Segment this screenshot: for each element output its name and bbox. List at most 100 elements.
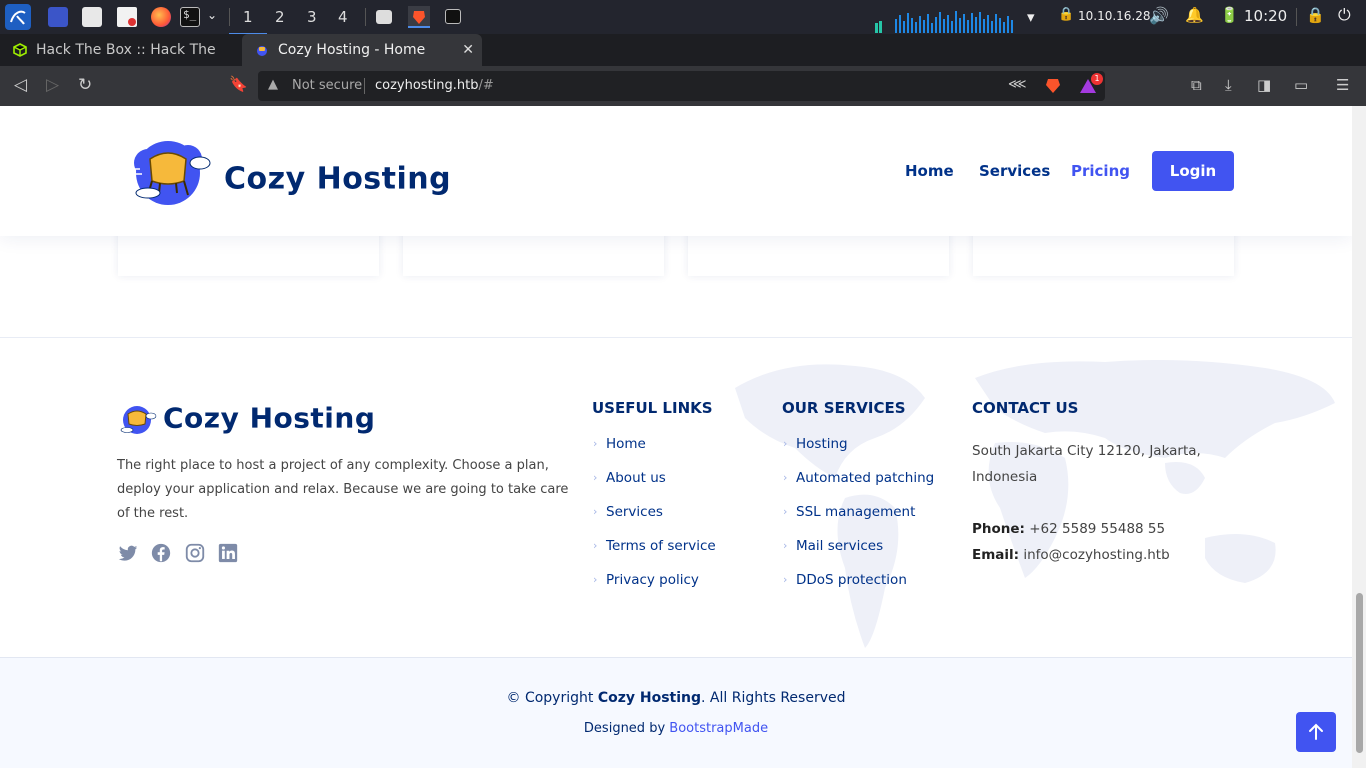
security-status[interactable]: Not secure — [292, 78, 362, 93]
menu-icon[interactable]: ☰ — [1336, 76, 1349, 94]
url-text[interactable]: cozyhosting.htb/# — [375, 78, 494, 93]
page-viewport: Cozy Hosting Home Services Pricing Login — [0, 106, 1352, 768]
window-files-icon[interactable] — [376, 10, 392, 24]
taskbar-separator — [229, 8, 230, 26]
warning-icon[interactable]: ▲ — [268, 77, 278, 92]
taskbar-separator — [365, 8, 366, 26]
footer-description: The right place to host a project of any… — [117, 458, 569, 521]
bootstrapmade-link[interactable]: BootstrapMade — [669, 721, 768, 736]
lock-icon: 🔒 — [1058, 7, 1075, 22]
wallet-icon[interactable]: ▭ — [1294, 76, 1308, 94]
footer-link-home[interactable]: › Home — [593, 436, 646, 452]
browser-tab-strip: Hack The Box :: Hack The Box Cozy Hostin… — [0, 34, 1366, 96]
scrollbar-thumb[interactable] — [1356, 593, 1363, 753]
workspace-2[interactable]: 2 — [275, 8, 285, 26]
window-terminal-icon[interactable] — [445, 9, 461, 24]
workspace-4[interactable]: 4 — [338, 8, 348, 26]
footer-brand-name: Cozy Hosting — [163, 401, 376, 435]
cozy-hosting-favicon — [257, 46, 267, 56]
rewards-badge: 1 — [1091, 73, 1103, 85]
cpu-graph-icon — [875, 11, 1013, 33]
workspace-switcher-icon[interactable] — [48, 7, 68, 27]
extensions-icon[interactable]: ⧉ — [1191, 76, 1202, 94]
back-icon[interactable]: ◁ — [14, 75, 27, 95]
contact-address: South Jakarta City 12120, Jakarta, Indon… — [972, 443, 1201, 485]
linkedin-icon[interactable] — [217, 542, 239, 564]
chevron-right-icon: › — [593, 505, 598, 518]
workspace-1[interactable]: 1 — [229, 8, 266, 35]
footer-link-terms[interactable]: › Terms of service — [593, 538, 716, 554]
clock[interactable]: 10:20 — [1244, 7, 1287, 25]
copyright-text: © Copyright Cozy Hosting. All Rights Res… — [506, 690, 846, 706]
battery-icon[interactable]: 🔋 — [1220, 6, 1239, 24]
contact-email: Email: info@cozyhosting.htb — [972, 547, 1170, 563]
terminal-icon[interactable]: $_ — [180, 7, 200, 27]
chevron-right-icon: › — [783, 505, 788, 518]
window-brave-icon[interactable] — [408, 6, 430, 28]
reload-icon[interactable]: ↻ — [78, 75, 92, 95]
omnibox-divider — [364, 78, 365, 94]
file-manager-icon[interactable] — [82, 7, 102, 27]
login-button[interactable]: Login — [1152, 151, 1234, 191]
close-tab-icon[interactable]: ✕ — [462, 34, 474, 66]
kali-menu-icon[interactable] — [5, 4, 31, 30]
contact-phone: Phone: +62 5589 55488 55 — [972, 521, 1166, 537]
site-brand-name: Cozy Hosting — [224, 161, 452, 197]
cozy-hosting-logo — [120, 406, 157, 434]
forward-icon[interactable]: ▷ — [46, 75, 59, 95]
designer-credit: Designed by BootstrapMade — [583, 721, 769, 736]
footer-service-ddos[interactable]: › DDoS protection — [783, 572, 907, 588]
chevron-right-icon: › — [783, 539, 788, 552]
firefox-icon[interactable] — [151, 7, 171, 27]
facebook-icon[interactable] — [150, 542, 172, 564]
hackthebox-icon — [13, 43, 27, 57]
chevron-down-icon[interactable]: ⌄ — [207, 8, 217, 22]
chevron-right-icon: › — [783, 437, 788, 450]
cozy-hosting-logo — [128, 141, 211, 205]
browser-toolbar: ◁ ▷ ↻ 🔖 ▲ Not secure cozyhosting.htb/# ⋘… — [0, 66, 1366, 106]
page-scrollbar[interactable] — [1352, 106, 1366, 768]
twitter-icon[interactable] — [117, 542, 139, 564]
taskbar-separator — [1296, 8, 1297, 26]
useful-links-heading: Useful Links — [592, 399, 713, 417]
instagram-icon[interactable] — [184, 542, 206, 564]
notification-bell-icon[interactable]: 🔔 — [1185, 6, 1204, 24]
footer-service-patching[interactable]: › Automated patching — [783, 470, 934, 486]
back-to-top-button[interactable] — [1296, 712, 1336, 752]
bookmark-icon[interactable]: 🔖 — [229, 75, 248, 93]
nav-services[interactable]: Services — [979, 162, 1050, 180]
arrow-up-icon — [1309, 723, 1323, 740]
nav-home[interactable]: Home — [905, 162, 954, 180]
world-map-background — [735, 360, 1335, 648]
text-editor-icon[interactable] — [117, 7, 137, 27]
chevron-right-icon: › — [593, 437, 598, 450]
footer-link-services[interactable]: › Services — [593, 504, 663, 520]
chevron-right-icon: › — [593, 573, 598, 586]
tab-hackthebox[interactable]: Hack The Box :: Hack The Box — [0, 34, 240, 90]
brave-shields-icon[interactable] — [1044, 77, 1062, 95]
power-icon[interactable]: ⏻ — [1338, 5, 1351, 25]
wifi-icon[interactable]: ▾ — [1027, 8, 1035, 26]
footer-top: Cozy Hosting The right place to host a p… — [0, 337, 1352, 657]
chevron-right-icon: › — [783, 573, 788, 586]
footer-link-privacy[interactable]: › Privacy policy — [593, 572, 699, 588]
lock-screen-icon[interactable]: 🔒 — [1306, 6, 1325, 24]
site-header: Cozy Hosting Home Services Pricing Login — [0, 106, 1352, 236]
ip-address: 10.10.16.28 — [1078, 9, 1151, 23]
footer-service-ssl[interactable]: › SSL management — [783, 504, 915, 520]
footer-service-hosting[interactable]: › Hosting — [783, 436, 848, 452]
nav-pricing[interactable]: Pricing — [1071, 162, 1130, 180]
chevron-right-icon: › — [593, 471, 598, 484]
workspace-3[interactable]: 3 — [307, 8, 317, 26]
footer-bottom: © Copyright Cozy Hosting. All Rights Res… — [0, 657, 1352, 768]
chevron-right-icon: › — [783, 471, 788, 484]
footer-link-about[interactable]: › About us — [593, 470, 666, 486]
tab-cozy-hosting[interactable]: Cozy Hosting - Home ✕ — [242, 34, 482, 66]
footer-service-mail[interactable]: › Mail services — [783, 538, 883, 554]
volume-icon[interactable]: 🔊 — [1149, 6, 1169, 25]
share-icon[interactable]: ⋘ — [1008, 77, 1027, 92]
downloads-icon[interactable]: ⤓ — [1225, 76, 1232, 94]
sidebar-icon[interactable]: ◨ — [1257, 76, 1271, 94]
address-bar[interactable]: ▲ Not secure cozyhosting.htb/# ⋘ 1 — [258, 71, 1105, 101]
chevron-right-icon: › — [593, 539, 598, 552]
